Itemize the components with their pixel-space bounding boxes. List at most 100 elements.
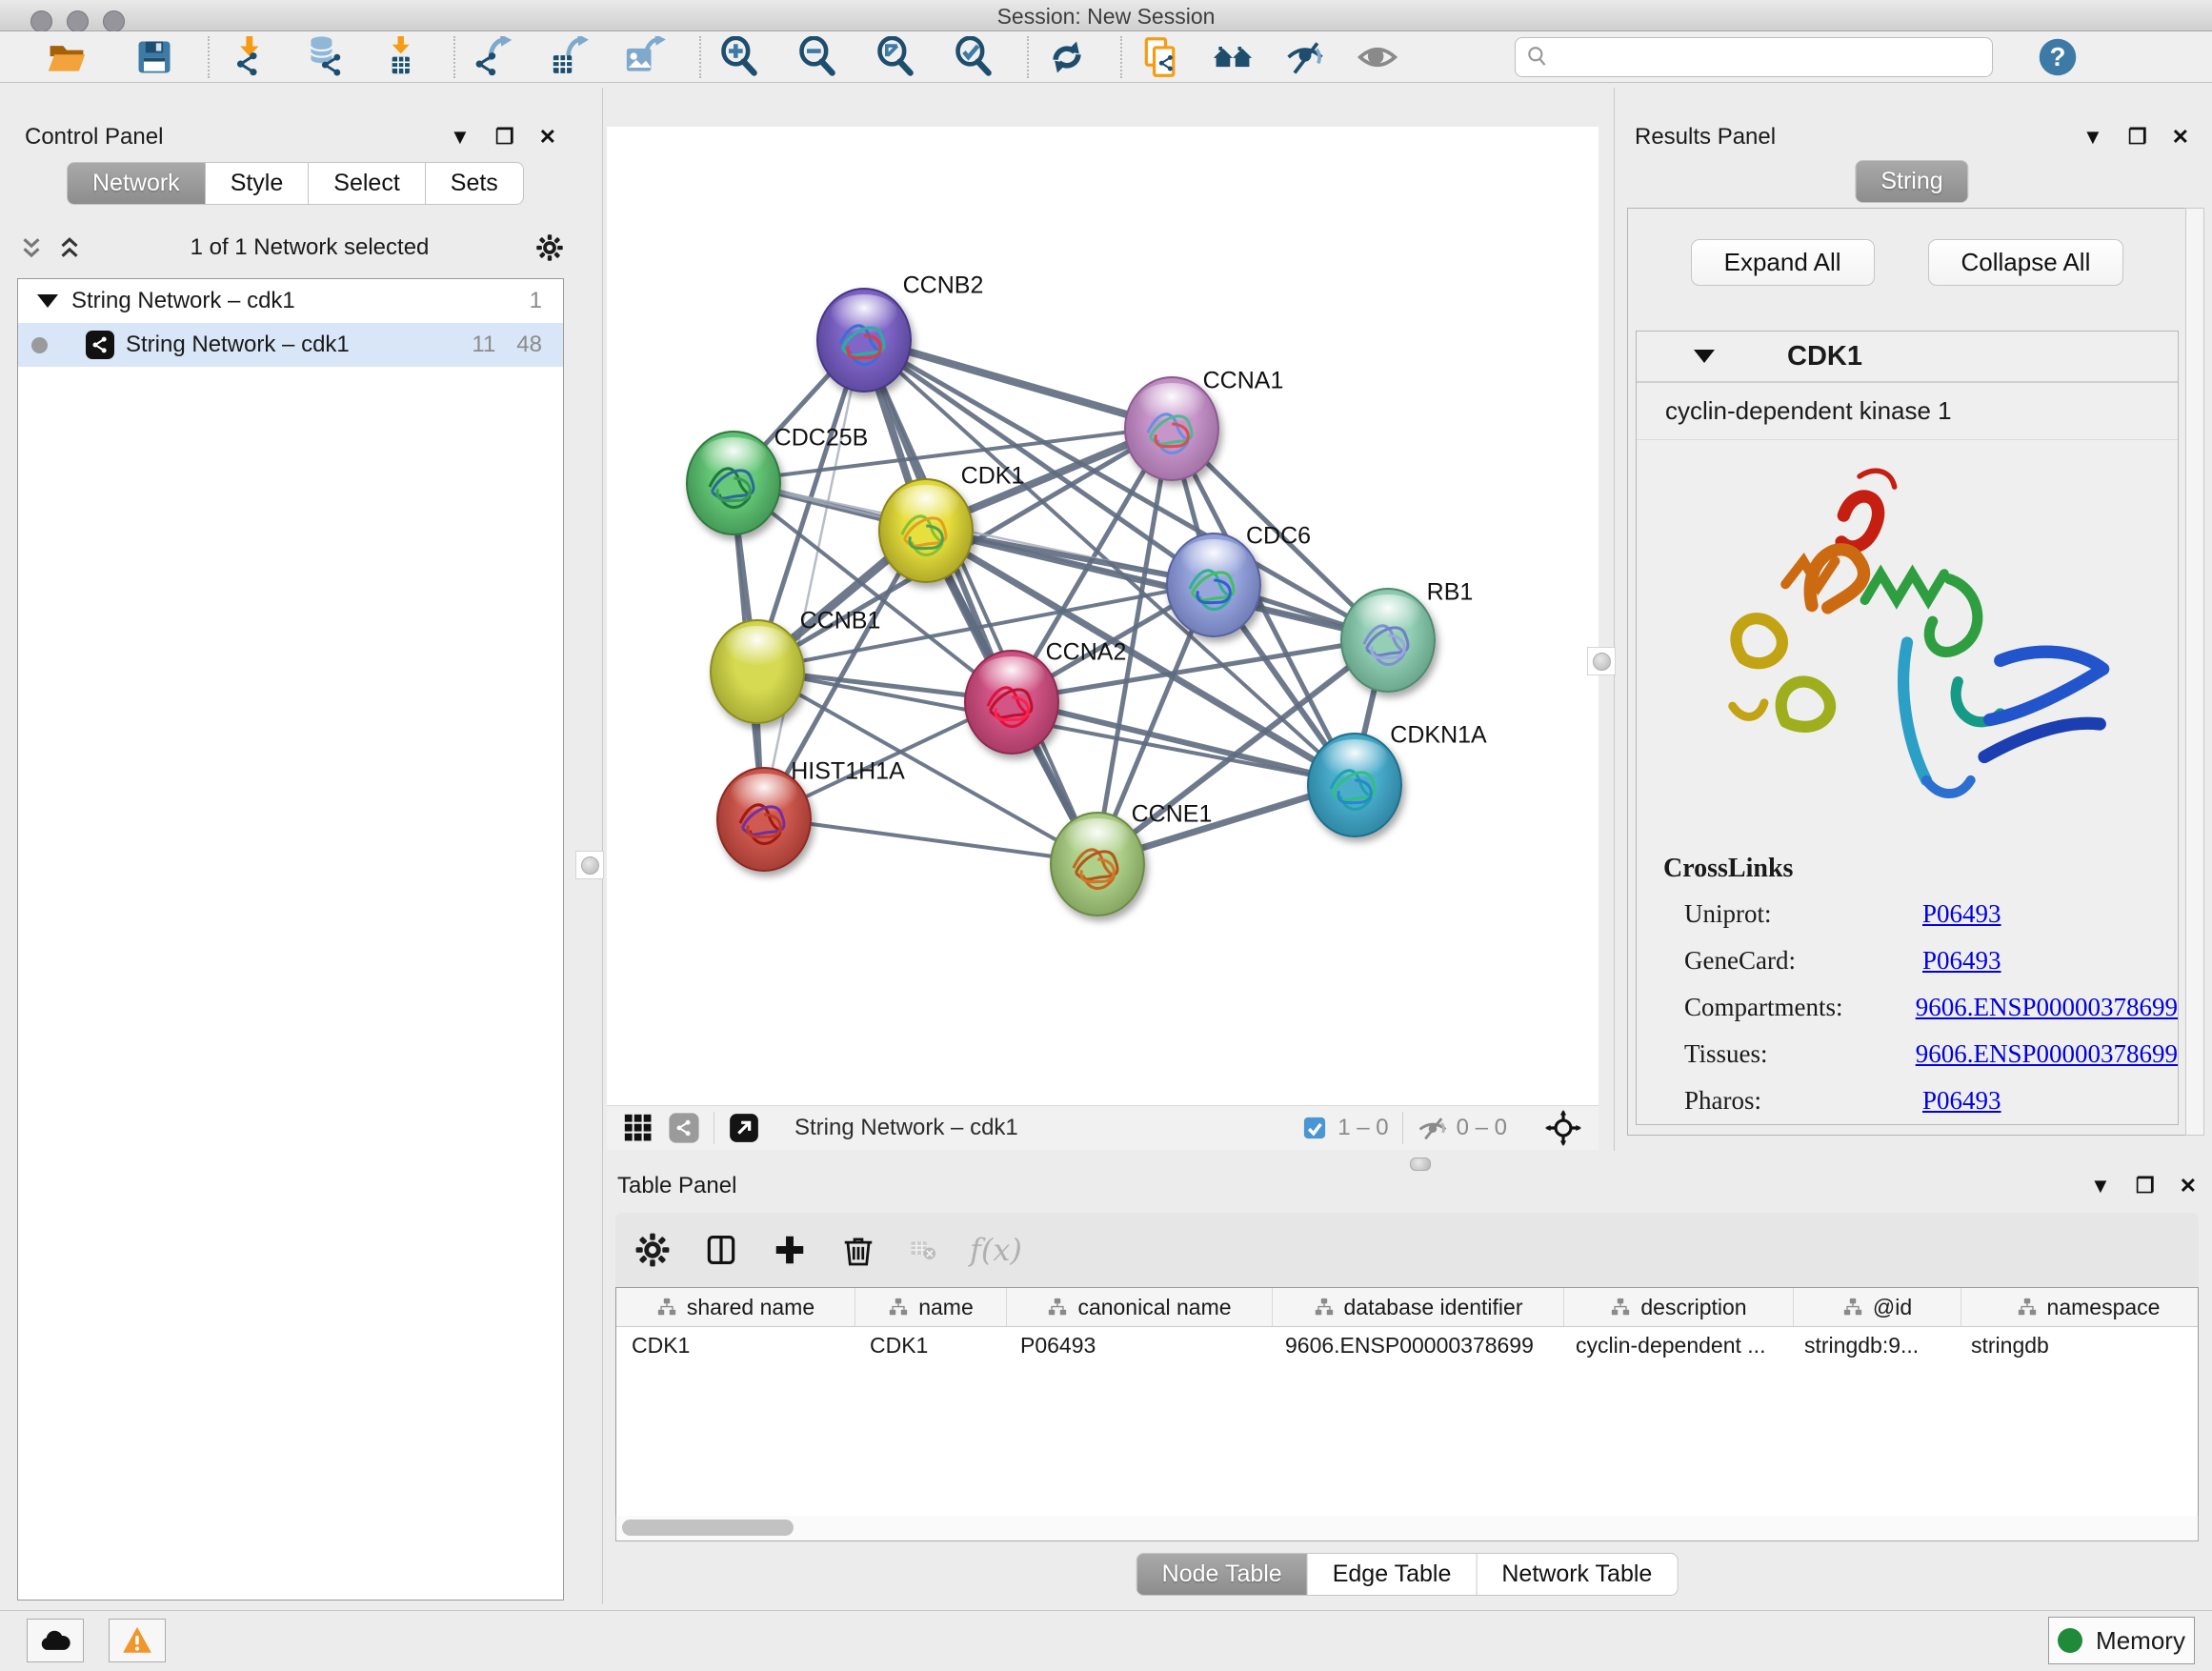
control-panel-collapse-icon[interactable]: ▼ <box>450 125 471 150</box>
hidden-eye-slash-icon[interactable] <box>1417 1112 1449 1144</box>
crosslink-link[interactable]: P06493 <box>1922 946 2001 976</box>
table-cell[interactable]: CDK1 <box>855 1333 1005 1359</box>
tab-network-table[interactable]: Network Table <box>1477 1553 1678 1596</box>
results-scrollbar-track[interactable] <box>2185 208 2204 1136</box>
table-options-gear-icon[interactable] <box>634 1232 671 1268</box>
network-options-gear-icon[interactable] <box>535 233 564 262</box>
show-columns-icon[interactable] <box>703 1232 739 1268</box>
crosslink-link[interactable]: 9606.ENSP00000378699 <box>1916 993 2178 1022</box>
import-network-from-database-button[interactable] <box>299 34 349 80</box>
tab-style[interactable]: Style <box>206 162 310 205</box>
network-view-footer: String Network – cdk1 1 – 0 0 – 0 <box>607 1105 1599 1150</box>
gene-expand-icon[interactable] <box>1694 350 1715 363</box>
export-table-button[interactable] <box>545 34 594 80</box>
open-session-button[interactable] <box>42 34 91 80</box>
results-panel-close-icon[interactable]: ✕ <box>2172 125 2189 150</box>
zoom-fit-button[interactable] <box>871 34 920 80</box>
column-header-shared-name[interactable]: shared name <box>616 1288 855 1326</box>
right-divider-handle[interactable] <box>1587 647 1616 675</box>
warnings-button[interactable] <box>109 1619 166 1662</box>
table-panel-float-icon[interactable]: ❐ <box>2136 1174 2155 1198</box>
crosslink-link[interactable]: P06493 <box>1922 1086 2001 1116</box>
clone-network-button[interactable] <box>1136 34 1185 80</box>
zoom-in-button[interactable] <box>714 34 764 80</box>
network-node-cdk1[interactable] <box>878 478 974 583</box>
column-header-id[interactable]: @id <box>1794 1288 1961 1326</box>
expand-all-networks-icon[interactable] <box>55 233 84 262</box>
results-panel-collapse-icon[interactable]: ▼ <box>2082 125 2103 150</box>
tab-edge-table[interactable]: Edge Table <box>1308 1553 1478 1596</box>
export-image-button[interactable] <box>621 34 671 80</box>
show-all-button[interactable] <box>1353 34 1402 80</box>
search-input[interactable] <box>1550 44 1954 70</box>
cloud-status-button[interactable] <box>27 1619 84 1662</box>
node-label-cdkn1a: CDKN1A <box>1390 722 1486 750</box>
results-panel-float-icon[interactable]: ❐ <box>2128 125 2147 150</box>
network-share-icon[interactable] <box>668 1112 700 1144</box>
collapse-all-networks-icon[interactable] <box>17 233 46 262</box>
network-node-cdc25b[interactable] <box>686 431 781 535</box>
column-header-name[interactable]: name <box>855 1288 1007 1326</box>
column-header-canonical-name[interactable]: canonical name <box>1007 1288 1273 1326</box>
import-table-button[interactable] <box>375 34 425 80</box>
tab-network[interactable]: Network <box>67 162 206 205</box>
network-node-ccnb1[interactable] <box>710 619 805 724</box>
crosslink-link[interactable]: 9606.ENSP00000378699 <box>1916 1039 2178 1069</box>
table-panel-collapse-icon[interactable]: ▼ <box>2090 1174 2111 1198</box>
column-header-namespace[interactable]: namespace <box>1961 1288 2199 1326</box>
search-box[interactable] <box>1515 37 1993 77</box>
network-node-rb1[interactable] <box>1340 588 1436 693</box>
group-nodes-button[interactable] <box>1208 34 1257 80</box>
network-edge[interactable] <box>762 817 1096 862</box>
help-button[interactable] <box>2033 34 2082 80</box>
table-cell[interactable]: cyclin-dependent ... <box>1560 1333 1789 1359</box>
export-network-button[interactable] <box>469 34 518 80</box>
table-row[interactable]: CDK1CDK1P064939606.ENSP00000378699cyclin… <box>616 1327 2198 1363</box>
memory-button[interactable]: Memory <box>2048 1617 2195 1664</box>
network-node-cdkn1a[interactable] <box>1307 733 1402 837</box>
network-node-ccnb2[interactable] <box>816 288 912 393</box>
cloud-icon <box>39 1624 71 1657</box>
tab-string[interactable]: String <box>1855 160 1968 203</box>
tab-node-table[interactable]: Node Table <box>1136 1553 1308 1596</box>
column-header-database-identifier[interactable]: database identifier <box>1273 1288 1564 1326</box>
right-dock-divider[interactable] <box>1614 88 1615 1151</box>
network-collection-row[interactable]: String Network – cdk1 1 <box>18 279 563 323</box>
network-row[interactable]: String Network – cdk1 11 48 <box>18 323 563 367</box>
import-network-button[interactable] <box>223 34 272 80</box>
collection-expand-icon[interactable] <box>37 294 58 308</box>
refresh-layout-button[interactable] <box>1042 34 1092 80</box>
tab-select[interactable]: Select <box>309 162 425 205</box>
crosslink-link[interactable]: P06493 <box>1922 899 2001 929</box>
table-cell[interactable]: stringdb <box>1956 1333 2199 1359</box>
control-panel-float-icon[interactable]: ❐ <box>495 125 514 150</box>
save-session-button[interactable] <box>130 34 179 80</box>
hide-selected-button[interactable] <box>1280 34 1330 80</box>
zoom-selected-button[interactable] <box>949 34 998 80</box>
birds-eye-view-icon[interactable] <box>1545 1110 1581 1146</box>
gene-section-header[interactable]: CDK1 <box>1637 332 2178 383</box>
network-canvas[interactable]: CCNB2CCNA1CDC25BCDK1CDC6RB1CCNB1CCNA2CDK… <box>607 127 1599 1105</box>
collapse-all-button[interactable]: Collapse All <box>1928 239 2124 286</box>
table-panel-close-icon[interactable]: ✕ <box>2180 1174 2197 1198</box>
delete-column-icon[interactable] <box>840 1232 876 1268</box>
table-cell[interactable]: 9606.ENSP00000378699 <box>1270 1333 1560 1359</box>
table-hscrollbar-thumb[interactable] <box>622 1520 794 1536</box>
table-cell[interactable]: P06493 <box>1005 1333 1270 1359</box>
left-divider-handle[interactable] <box>575 851 604 879</box>
table-cell[interactable]: stringdb:9... <box>1789 1333 1956 1359</box>
table-cell[interactable]: CDK1 <box>616 1333 855 1359</box>
network-edge[interactable] <box>762 338 862 817</box>
column-header-description[interactable]: description <box>1564 1288 1794 1326</box>
selected-checkbox-icon[interactable] <box>1301 1115 1328 1141</box>
network-tree: String Network – cdk1 1 String Network –… <box>17 278 564 1601</box>
add-column-icon[interactable] <box>772 1232 808 1268</box>
expand-all-button[interactable]: Expand All <box>1691 239 1875 286</box>
zoom-out-button[interactable] <box>793 34 842 80</box>
detach-view-icon[interactable] <box>728 1112 760 1144</box>
table-hscrollbar[interactable] <box>615 1516 2199 1541</box>
node-table[interactable]: shared namenamecanonical namedatabase id… <box>615 1287 2199 1518</box>
control-panel-close-icon[interactable]: ✕ <box>539 125 556 150</box>
tab-sets[interactable]: Sets <box>426 162 524 205</box>
grid-view-icon[interactable] <box>622 1112 654 1144</box>
